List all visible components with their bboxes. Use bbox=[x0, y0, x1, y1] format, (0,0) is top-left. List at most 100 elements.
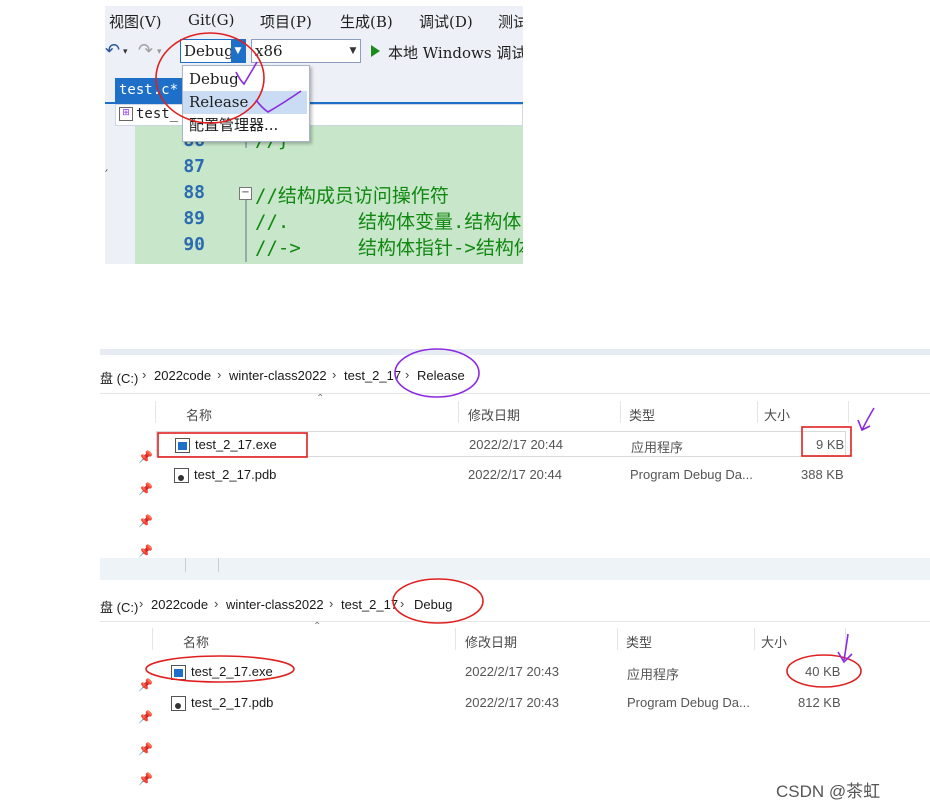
redo-icon[interactable]: ↷ bbox=[138, 40, 153, 61]
column-header-size[interactable]: 大小 bbox=[761, 632, 787, 651]
file-type: Program Debug Da... bbox=[627, 695, 750, 710]
column-header-name[interactable]: 名称 bbox=[186, 405, 212, 424]
run-debugger-button[interactable]: 本地 Windows 调试 bbox=[388, 42, 523, 63]
exe-icon bbox=[171, 665, 186, 680]
file-size: 812 KB bbox=[798, 695, 841, 710]
line-number: 87 bbox=[183, 156, 205, 177]
fold-guide bbox=[245, 200, 247, 262]
column-header-name[interactable]: 名称 bbox=[183, 632, 209, 651]
option-configuration-manager[interactable]: 配置管理器... bbox=[183, 114, 307, 137]
file-type: 应用程序 bbox=[627, 667, 680, 682]
file-date: 2022/2/17 20:43 bbox=[465, 664, 559, 679]
breadcrumb-drive[interactable]: 盘 (C:) bbox=[100, 597, 138, 616]
configuration-combo[interactable]: Debug ▼ bbox=[180, 39, 246, 63]
breadcrumb-item[interactable]: winter-class2022 bbox=[226, 597, 324, 612]
configuration-dropdown: Debug Release 配置管理器... bbox=[182, 65, 310, 142]
navbar-scope: test_ bbox=[136, 106, 179, 122]
platform-combo[interactable]: x86 ▼ bbox=[251, 39, 361, 63]
collapse-icon[interactable]: − bbox=[239, 187, 252, 200]
breadcrumb-item[interactable]: test_2_17 bbox=[341, 597, 398, 612]
pin-icon[interactable]: 📌 bbox=[138, 544, 153, 558]
undo-dropdown-icon[interactable]: ▾ bbox=[123, 47, 128, 57]
file-size: 40 KB bbox=[805, 664, 841, 679]
file-row[interactable]: test_2_17.pdb 2022/2/17 20:44 Program De… bbox=[156, 462, 846, 488]
tab-test-c[interactable]: test.c* bbox=[115, 78, 185, 102]
file-size: 388 KB bbox=[801, 467, 844, 482]
breadcrumb-item[interactable]: test_2_17 bbox=[344, 368, 401, 383]
chevron-right-icon: › bbox=[332, 367, 337, 382]
column-header-type[interactable]: 类型 bbox=[629, 405, 655, 424]
pin-icon[interactable]: 📌 bbox=[138, 482, 153, 496]
document-tab-row: test.c* bbox=[105, 78, 523, 104]
file-size: 9 KB bbox=[816, 437, 845, 452]
code-line[interactable]: //结构成员访问操作符 bbox=[255, 181, 449, 208]
breadcrumb-item[interactable]: winter-class2022 bbox=[229, 368, 327, 383]
menu-debug[interactable]: 调试(D) bbox=[419, 11, 473, 32]
menu-git[interactable]: Git(G) bbox=[188, 11, 235, 29]
code-line[interactable]: //. 结构体变量.结构体 bbox=[255, 207, 521, 234]
breadcrumb-current[interactable]: Release bbox=[417, 368, 465, 383]
file-name: test_2_17.pdb bbox=[191, 695, 274, 710]
navigation-bar[interactable]: ⊞ test_ bbox=[115, 104, 523, 126]
pin-icon[interactable]: 📌 bbox=[138, 514, 153, 528]
breadcrumb-item[interactable]: 2022code bbox=[151, 597, 208, 612]
project-icon: ⊞ bbox=[119, 107, 133, 121]
line-number: 88 bbox=[183, 182, 205, 203]
column-header-date[interactable]: 修改日期 bbox=[468, 405, 520, 424]
explorer-release: 盘 (C:) › 2022code › winter-class2022 › t… bbox=[100, 349, 930, 558]
column-divider bbox=[845, 628, 846, 650]
watermark: CSDN @茶虹 bbox=[776, 782, 881, 801]
breadcrumb-current[interactable]: Debug bbox=[414, 597, 452, 612]
gutter-marker: ′ bbox=[105, 168, 109, 184]
menu-build[interactable]: 生成(B) bbox=[340, 11, 393, 32]
chevron-right-icon: › bbox=[142, 367, 147, 382]
chevron-right-icon: › bbox=[139, 596, 144, 611]
pin-icon[interactable]: 📌 bbox=[138, 772, 153, 786]
line-number: 90 bbox=[183, 234, 205, 255]
file-date: 2022/2/17 20:43 bbox=[465, 695, 559, 710]
pin-icon[interactable]: 📌 bbox=[138, 710, 153, 724]
explorer-debug: 盘 (C:) › 2022code › winter-class2022 › t… bbox=[100, 582, 930, 792]
configuration-value: Debug bbox=[184, 42, 234, 60]
sort-ascending-icon: ⌃ bbox=[313, 621, 322, 632]
redo-dropdown-icon[interactable]: ▾ bbox=[157, 47, 162, 57]
pin-icon[interactable]: 📌 bbox=[138, 742, 153, 756]
chevron-down-icon[interactable]: ▼ bbox=[346, 40, 360, 62]
chevron-right-icon: › bbox=[214, 596, 219, 611]
option-release[interactable]: Release bbox=[183, 91, 307, 114]
pdb-icon bbox=[174, 468, 189, 483]
column-divider bbox=[458, 401, 459, 423]
column-divider bbox=[152, 628, 153, 650]
column-divider bbox=[754, 628, 755, 650]
explorer-toolbar-strip bbox=[100, 558, 930, 580]
play-icon[interactable] bbox=[371, 45, 380, 57]
breadcrumb: 盘 (C:) › 2022code › winter-class2022 › t… bbox=[100, 590, 930, 620]
menu-project[interactable]: 项目(P) bbox=[260, 11, 312, 32]
chevron-down-icon[interactable]: ▼ bbox=[231, 40, 245, 62]
column-divider bbox=[155, 401, 156, 423]
menu-test[interactable]: 测试 bbox=[498, 11, 523, 32]
file-row[interactable]: test_2_17.pdb 2022/2/17 20:43 Program De… bbox=[153, 690, 843, 716]
exe-icon bbox=[175, 438, 190, 453]
code-line[interactable]: //-> 结构体指针->结构体 bbox=[255, 233, 523, 260]
breadcrumb-drive[interactable]: 盘 (C:) bbox=[100, 368, 138, 387]
menu-view[interactable]: 视图(V) bbox=[109, 11, 162, 32]
column-header-date[interactable]: 修改日期 bbox=[465, 632, 517, 651]
column-header-type[interactable]: 类型 bbox=[626, 632, 652, 651]
pin-icon[interactable]: 📌 bbox=[138, 678, 153, 692]
file-name: test_2_17.exe bbox=[191, 664, 273, 679]
file-type: Program Debug Da... bbox=[630, 467, 753, 482]
platform-value: x86 bbox=[255, 42, 283, 60]
column-header-size[interactable]: 大小 bbox=[764, 405, 790, 424]
file-date: 2022/2/17 20:44 bbox=[469, 437, 563, 452]
breadcrumb-item[interactable]: 2022code bbox=[154, 368, 211, 383]
option-debug[interactable]: Debug bbox=[183, 68, 307, 91]
file-date: 2022/2/17 20:44 bbox=[468, 467, 562, 482]
file-name: test_2_17.exe bbox=[195, 437, 277, 452]
file-row[interactable]: test_2_17.exe 2022/2/17 20:43 应用程序 40 KB bbox=[153, 659, 843, 685]
pin-icon[interactable]: 📌 bbox=[138, 450, 153, 464]
undo-icon[interactable]: ↶ bbox=[105, 40, 120, 61]
chevron-right-icon: › bbox=[217, 367, 222, 382]
menu-bar: 视图(V) Git(G) 项目(P) 生成(B) 调试(D) 测试 bbox=[105, 6, 523, 34]
file-row[interactable]: test_2_17.exe 2022/2/17 20:44 应用程序 9 KB bbox=[156, 431, 846, 457]
